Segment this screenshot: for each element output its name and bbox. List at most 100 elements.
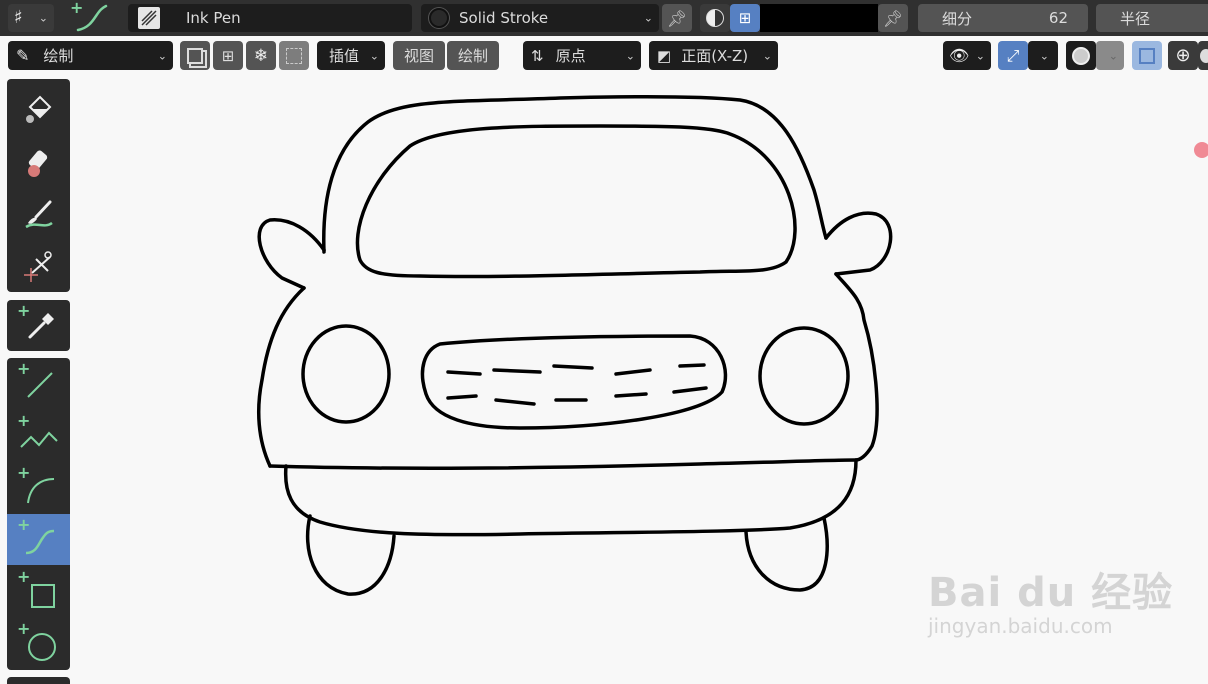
add-icon: +: [17, 411, 31, 430]
grille-slat: [552, 364, 594, 370]
gizmo-dot[interactable]: [1194, 142, 1208, 158]
add-icon: +: [17, 515, 31, 534]
snowflake-icon: ❄: [253, 45, 269, 66]
paint-bucket-icon: [25, 95, 51, 123]
car-roof-outline: [322, 94, 828, 254]
vertex-color-toggle[interactable]: [700, 4, 730, 32]
radius-field[interactable]: 半径: [1096, 4, 1208, 32]
view-menu[interactable]: 视图: [393, 41, 445, 70]
chevron-down-icon: ⌄: [975, 49, 985, 62]
guides-icon: ⊞: [221, 46, 235, 65]
bumper-top-line: [268, 458, 858, 470]
grille-slat: [494, 398, 536, 406]
node-icon: ⊞: [738, 9, 752, 27]
gizmo-dropdown[interactable]: ⌄: [1028, 41, 1058, 70]
polyline-tool[interactable]: +: [7, 410, 70, 461]
wireframe-sphere-icon: ⊕: [1175, 45, 1191, 66]
brush-icon: [24, 200, 53, 228]
left-mirror: [257, 218, 326, 290]
add-icon: +: [17, 301, 31, 320]
grille-slat: [446, 394, 478, 400]
watermark-brand: Bai du 经验: [928, 570, 1174, 616]
chevron-down-icon: ⌄: [762, 49, 772, 62]
overlay-icon: [1072, 46, 1090, 65]
windshield: [355, 124, 797, 279]
chevron-down-icon: ⌄: [625, 49, 635, 62]
grille: [420, 334, 728, 430]
line-tool[interactable]: +: [7, 358, 70, 409]
pencil-icon: ✎: [16, 46, 30, 65]
subdivision-field[interactable]: 细分 62: [918, 4, 1088, 32]
eye-icon: 👁︎: [949, 46, 970, 65]
tool-shelf-more[interactable]: [7, 677, 70, 684]
plane-icon: ◩: [657, 46, 672, 65]
grille-slat: [678, 363, 706, 368]
grille-slat: [446, 370, 482, 376]
overlay-dropdown[interactable]: ⌄: [1096, 41, 1124, 70]
add-icon: +: [17, 359, 31, 378]
subdivision-label: 细分: [942, 9, 973, 28]
tint-tool[interactable]: [7, 188, 70, 239]
right-headlight: [758, 326, 850, 426]
xray-icon: [1139, 47, 1155, 64]
body-right-side: [834, 272, 879, 462]
origin-icon: ⇅: [531, 46, 544, 65]
color-swatch[interactable]: [760, 4, 878, 32]
grille-slat: [672, 386, 708, 394]
chevron-down-icon: ⌄: [1108, 49, 1118, 62]
viewport-canvas[interactable]: Bai du 经验 jingyan.baidu.com: [72, 74, 1208, 684]
orientation-label: 正面(X-Z): [681, 47, 749, 65]
body-left-side: [257, 286, 306, 468]
pivot-label: 原点: [555, 47, 586, 65]
xray-button[interactable]: [1132, 41, 1162, 70]
grille-slat: [492, 368, 542, 374]
mode-label: 绘制: [43, 47, 74, 65]
header-bar: ♯ ⌄ + Ink Pen Solid Stroke ⌄ 📌︎ ⊞ 📌︎ 细分 …: [0, 0, 1208, 36]
dashed-box-icon: [286, 47, 302, 64]
lock-axis-button[interactable]: ⊞: [213, 41, 243, 70]
wireframe-shading-button[interactable]: ⊕: [1168, 41, 1198, 70]
pin-icon: 📌︎: [666, 8, 688, 28]
tool-settings-bar: ✎ 绘制 ⌄ ⊞ ❄ 插值 ⌄ 视图 绘制 ⇅ 原点 ⌄ ◩ 正面(X-Z) ⌄…: [0, 36, 1208, 74]
left-headlight: [301, 324, 391, 424]
brush-icon: [138, 7, 160, 29]
draw-menu[interactable]: 绘制: [447, 41, 499, 70]
interpolate-label: 插值: [329, 47, 360, 65]
gizmo-button[interactable]: ⤢: [998, 41, 1028, 70]
chevron-down-icon: ⌄: [369, 49, 379, 62]
circle-tool[interactable]: +: [7, 618, 70, 669]
arc-tool[interactable]: +: [7, 462, 70, 513]
tool-group-sample: +: [7, 300, 70, 351]
gp-mode-menu[interactable]: ♯ ⌄: [8, 4, 54, 32]
pin-button[interactable]: 📌︎: [662, 4, 692, 32]
multiframe-button[interactable]: [180, 41, 210, 70]
tool-group-edit: [7, 79, 70, 292]
brush-selector[interactable]: Ink Pen: [128, 4, 412, 32]
chevron-down-icon: ⌄: [157, 49, 167, 62]
chevron-down-icon: ⌄: [1039, 49, 1049, 62]
active-tool-icon[interactable]: +: [64, 0, 114, 36]
fill-tool[interactable]: [7, 82, 70, 133]
add-icon: +: [17, 567, 31, 586]
orientation-dropdown[interactable]: ◩ 正面(X-Z) ⌄: [649, 41, 778, 70]
overlay-button[interactable]: [1066, 41, 1096, 70]
color-pin-button[interactable]: 📌︎: [878, 4, 908, 32]
chevron-down-icon: ⌄: [38, 11, 48, 25]
add-icon: +: [17, 619, 31, 638]
snowflake-button[interactable]: ❄: [246, 41, 276, 70]
box-tool[interactable]: +: [7, 566, 70, 617]
visibility-dropdown[interactable]: 👁︎ ⌄: [943, 41, 991, 70]
cutter-tool[interactable]: [7, 240, 70, 291]
eyedropper-tool[interactable]: +: [7, 300, 70, 351]
mode-dropdown[interactable]: ✎ 绘制 ⌄: [8, 41, 173, 70]
interpolate-dropdown[interactable]: 插值 ⌄: [317, 41, 385, 70]
snap-button[interactable]: [279, 41, 309, 70]
curve-tool[interactable]: +: [7, 514, 70, 565]
pivot-dropdown[interactable]: ⇅ 原点 ⌄: [523, 41, 641, 70]
solid-shading-button[interactable]: [1198, 41, 1208, 70]
gizmo-icon: ⤢: [1006, 45, 1020, 65]
color-mode-button[interactable]: ⊞: [730, 4, 760, 32]
erase-tool[interactable]: [7, 136, 70, 187]
material-selector[interactable]: Solid Stroke ⌄: [421, 4, 659, 32]
radius-label: 半径: [1120, 9, 1151, 28]
